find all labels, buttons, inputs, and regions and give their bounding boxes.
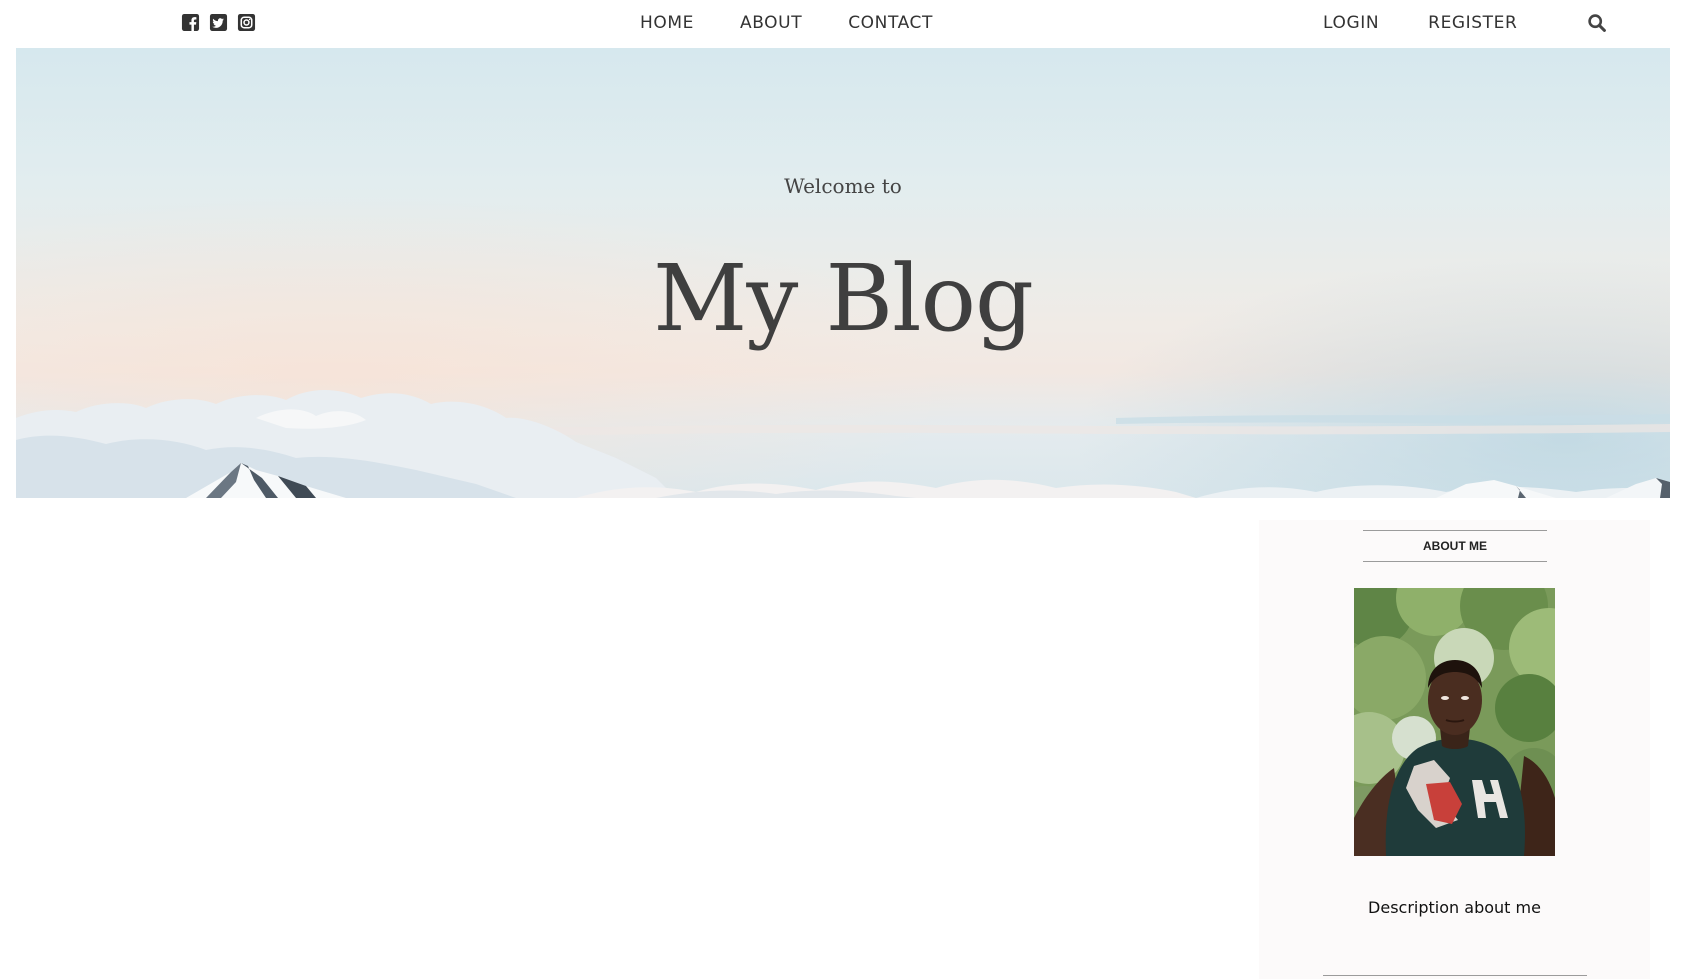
nav-login[interactable]: LOGIN <box>1323 12 1379 34</box>
social-links <box>181 13 256 32</box>
hero-banner: Welcome to My Blog <box>16 48 1670 498</box>
twitter-link[interactable] <box>209 13 228 32</box>
profile-photo-image <box>1354 588 1555 856</box>
hero-kicker: Welcome to <box>784 174 902 198</box>
instagram-link[interactable] <box>237 13 256 32</box>
facebook-icon <box>181 13 200 32</box>
top-navbar: HOME ABOUT CONTACT LOGIN REGISTER <box>0 0 1686 48</box>
profile-photo <box>1354 588 1555 856</box>
facebook-link[interactable] <box>181 13 200 32</box>
nav-contact[interactable]: CONTACT <box>848 12 933 34</box>
sidebar: ABOUT ME Description about me <box>1259 520 1650 979</box>
about-me-heading: ABOUT ME <box>1363 530 1547 562</box>
sidebar-divider <box>1323 975 1587 976</box>
main-nav: HOME ABOUT CONTACT <box>640 12 933 34</box>
about-description: Description about me <box>1368 898 1541 917</box>
hero-title: My Blog <box>653 245 1034 352</box>
account-nav: LOGIN REGISTER <box>1323 12 1517 34</box>
nav-home[interactable]: HOME <box>640 12 694 34</box>
nav-about[interactable]: ABOUT <box>740 12 802 34</box>
search-icon[interactable] <box>1587 13 1607 33</box>
twitter-icon <box>209 13 228 32</box>
instagram-icon <box>237 13 256 32</box>
nav-register[interactable]: REGISTER <box>1428 12 1517 34</box>
hero-clouds-mountains-image <box>16 389 1670 498</box>
